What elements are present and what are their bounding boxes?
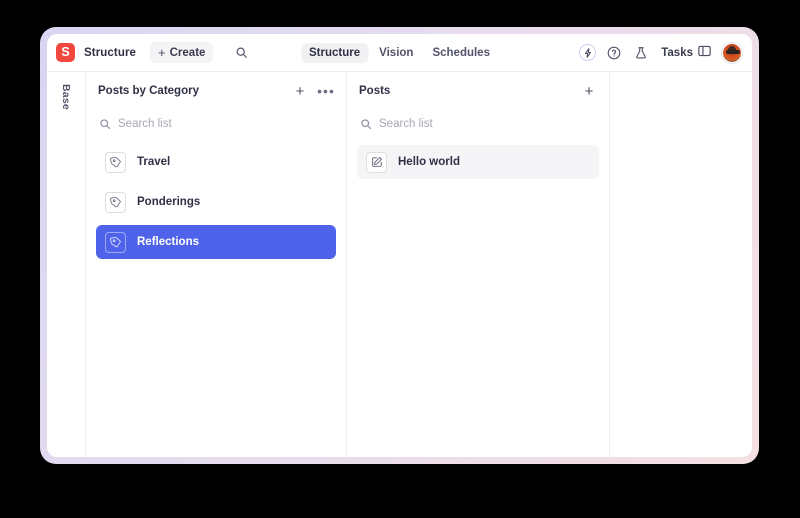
create-button-label: Create [170,47,206,59]
app-window-frame: S Structure + Create Structure Vision Sc… [40,27,759,464]
search-list-input-category[interactable]: Search list [96,110,336,138]
tag-icon [105,232,126,253]
add-item-button[interactable]: + [292,83,308,99]
list-item-label: Hello world [398,156,460,168]
panel-layout-icon[interactable] [698,44,711,62]
list-item[interactable]: Ponderings [96,185,336,219]
column-header-actions: + [581,83,597,99]
column-title: Posts [359,85,390,97]
tab-structure[interactable]: Structure [301,43,368,63]
column-more-options-button[interactable]: ••• [318,83,334,99]
create-button[interactable]: + Create [150,42,213,63]
column-title: Posts by Category [98,85,199,97]
lightning-bolt-icon[interactable] [579,44,596,61]
avatar[interactable] [722,43,742,63]
top-bar-left-group: S Structure + Create [56,42,250,63]
category-list: Travel Ponderings [96,138,336,259]
base-rail: Base [47,72,86,457]
tasks-button[interactable]: Tasks [661,44,711,62]
plus-icon: + [158,46,166,59]
search-placeholder: Search list [379,118,433,130]
app-window: S Structure + Create Structure Vision Sc… [47,34,752,457]
question-mark-circle-icon[interactable] [605,44,623,62]
list-item-label: Travel [137,156,170,168]
list-item-label: Ponderings [137,196,200,208]
flask-icon[interactable] [632,44,650,62]
list-item[interactable]: Hello world [357,145,599,179]
posts-list: Hello world [357,138,599,179]
column-header-actions: + ••• [292,83,334,99]
column-header: Posts + [357,72,599,110]
workspace-body: Base Posts by Category + ••• Search list [47,72,752,457]
edit-square-icon [366,152,387,173]
top-bar: S Structure + Create Structure Vision Sc… [47,34,752,72]
search-icon[interactable] [232,44,250,62]
list-item[interactable]: Travel [96,145,336,179]
column-posts-by-category: Posts by Category + ••• Search list [86,72,347,457]
tag-icon [105,152,126,173]
list-item-label: Reflections [137,236,199,248]
tab-schedules[interactable]: Schedules [424,43,498,63]
app-logo[interactable]: S [56,43,75,62]
column-header: Posts by Category + ••• [96,72,336,110]
tag-icon [105,192,126,213]
list-item-selected[interactable]: Reflections [96,225,336,259]
search-placeholder: Search list [118,118,172,130]
column-posts: Posts + Search list [347,72,610,457]
tab-vision[interactable]: Vision [371,43,421,63]
column-detail-empty [610,72,752,457]
brand-name: Structure [84,47,136,59]
top-bar-right-group: Tasks [579,43,742,63]
tasks-label: Tasks [661,47,693,59]
add-post-button[interactable]: + [581,83,597,99]
main-nav-tabs: Structure Vision Schedules [301,43,498,63]
base-rail-label[interactable]: Base [60,84,72,110]
search-list-input-posts[interactable]: Search list [357,110,599,138]
